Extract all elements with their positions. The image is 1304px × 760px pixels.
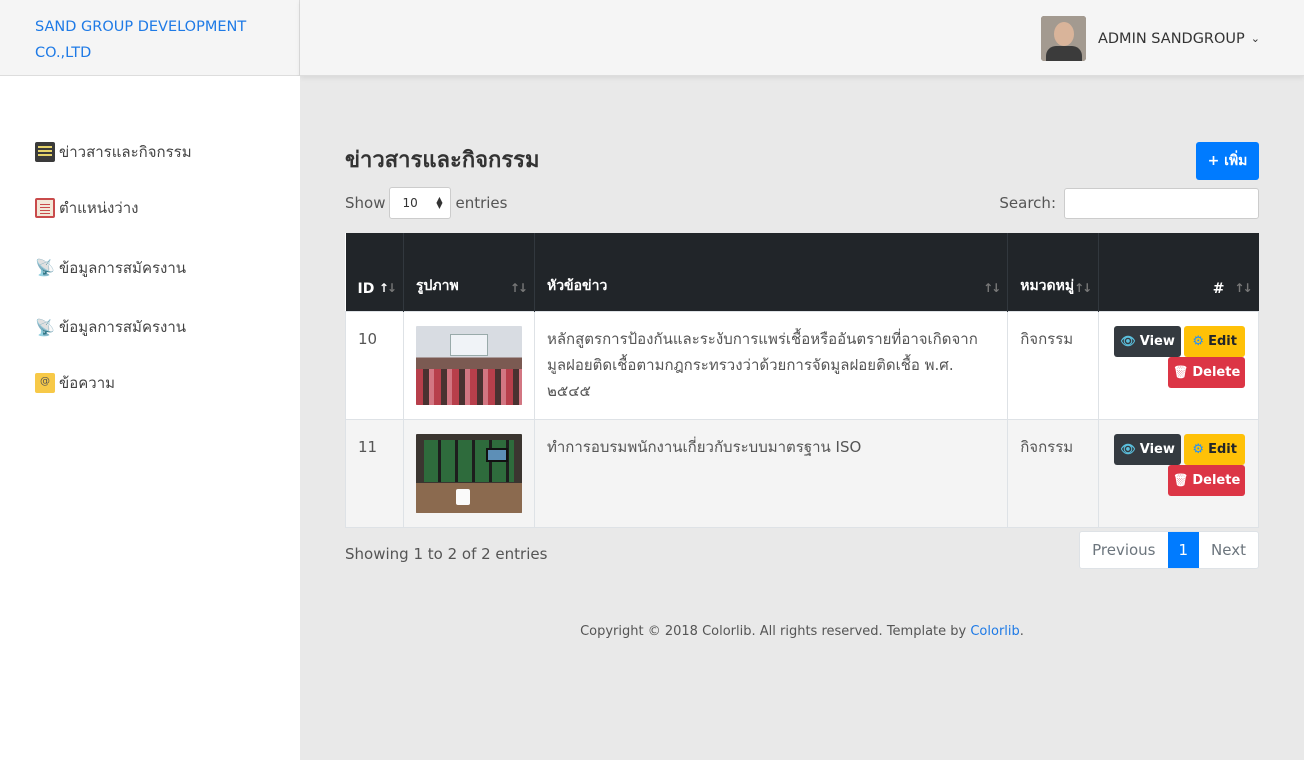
sort-icon: ↑↓ [983,280,1001,295]
eye-icon: 👁 [1120,334,1136,348]
brand-logo[interactable]: SAND GROUP DEVELOPMENT CO.,LTD [0,0,300,76]
clipboard-icon [35,198,55,218]
email-icon [35,373,55,393]
column-image[interactable]: รูปภาพ ↑↓ [402,233,535,311]
search-input[interactable] [1064,187,1259,219]
table-info: Showing 1 to 2 of 2 entries [345,545,548,563]
cell-category: กิจกรรม [1007,310,1100,420]
brand-line-2: CO.,LTD [35,45,92,61]
cell-image [402,418,535,528]
sidebar-item-applications-2[interactable]: 📡 ข้อมูลการสมัครงาน [0,299,300,355]
eye-icon: 👁 [1120,442,1136,456]
sidebar-item-messages[interactable]: ข้อความ [0,355,300,411]
entries-label: entries [455,194,508,212]
page-length-select[interactable]: 10 ▲ ▼ [389,187,452,219]
footer-tail: . [1019,624,1024,639]
satellite-icon: 📡 [35,258,55,277]
footer-link[interactable]: Colorlib [970,624,1019,639]
column-title[interactable]: หัวข้อข่าว ↑↓ [533,233,1008,311]
gear-icon: ⚙ [1192,441,1205,457]
trash-icon: 🗑 [1173,473,1189,487]
news-thumbnail[interactable] [415,325,522,405]
column-category[interactable]: หมวดหมู่ ↑↓ [1007,233,1099,311]
table-row: 10 หลักสูตรการป้องกันและระงับการแพร่เชื้… [345,310,1259,420]
view-button[interactable]: 👁 View [1114,325,1182,357]
search: Search: [999,187,1259,219]
gear-icon: ⚙ [1192,333,1205,349]
pagination: Previous 1 Next [1079,531,1259,569]
brand-line-1: SAND GROUP DEVELOPMENT [35,19,247,35]
user-menu[interactable]: ADMIN SANDGROUP ⌄ [1040,16,1260,61]
sidebar: ข่าวสารและกิจกรรม ตำแหน่งว่าง 📡 ข้อมูลกา… [0,76,300,760]
table-row: 11 ทำการอบรมพนักงานเกี่ยวกับระบบมาตรฐาน … [345,418,1259,528]
select-arrows-icon: ▲ ▼ [436,195,443,210]
news-thumbnail[interactable] [415,433,522,513]
sort-icon: ↑↓ [1234,280,1252,295]
edit-button[interactable]: ⚙ Edit [1184,325,1246,357]
cell-id: 10 [345,310,404,420]
sort-icon: ↑↓ [509,280,528,295]
footer-text: Copyright © 2018 Colorlib. All rights re… [580,624,971,639]
cell-title: หลักสูตรการป้องกันและระงับการแพร่เชื้อหร… [533,310,1009,420]
sidebar-item-label: ข่าวสารและกิจกรรม [59,143,192,161]
newspaper-icon [35,142,55,162]
user-avatar [1040,16,1086,61]
page-length: Show 10 ▲ ▼ entries [345,187,507,219]
cell-actions: 👁 View ⚙ Edit 🗑 Delete [1098,418,1259,528]
cell-category: กิจกรรม [1007,418,1100,528]
page-title: ข่าวสารและกิจกรรม [345,148,540,173]
pagination-next[interactable]: Next [1199,532,1258,568]
sort-icon: ↑↓ [1074,280,1092,295]
show-label: Show [345,194,386,212]
user-name: ADMIN SANDGROUP [1097,30,1245,47]
pagination-previous[interactable]: Previous [1080,532,1167,568]
cell-title: ทำการอบรมพนักงานเกี่ยวกับระบบมาตรฐาน ISO [533,418,1009,528]
cell-actions: 👁 View ⚙ Edit 🗑 Delete [1098,310,1259,420]
view-button[interactable]: 👁 View [1114,433,1182,465]
sidebar-item-label: ข้อมูลการสมัครงาน [59,318,187,336]
cell-id: 11 [345,418,404,528]
delete-button[interactable]: 🗑 Delete [1168,356,1246,388]
column-actions[interactable]: # ↑↓ [1098,233,1259,311]
column-id[interactable]: ID ↑↓ [345,233,404,311]
edit-button[interactable]: ⚙ Edit [1184,433,1246,465]
sidebar-item-label: ข้อความ [59,374,116,392]
trash-icon: 🗑 [1173,365,1189,379]
pagination-page-1[interactable]: 1 [1167,532,1200,568]
delete-button[interactable]: 🗑 Delete [1168,464,1246,496]
chevron-down-icon: ⌄ [1250,32,1260,45]
sidebar-item-applications[interactable]: 📡 ข้อมูลการสมัครงาน [0,236,300,299]
search-label: Search: [999,194,1056,212]
sidebar-item-label: ข้อมูลการสมัครงาน [59,258,187,277]
footer: Copyright © 2018 Colorlib. All rights re… [300,624,1304,639]
page-length-value: 10 [402,196,418,210]
sidebar-item-label: ตำแหน่งว่าง [59,199,139,217]
sort-asc-icon: ↑↓ [378,280,397,295]
satellite-icon: 📡 [35,317,55,337]
top-bar: ADMIN SANDGROUP ⌄ [300,0,1304,76]
cell-image [402,310,535,420]
sidebar-item-news[interactable]: ข่าวสารและกิจกรรม [0,124,300,180]
table-controls: Show 10 ▲ ▼ entries Search: [345,187,1259,219]
add-button[interactable]: + เพิ่ม [1196,142,1259,180]
news-table: ID ↑↓ รูปภาพ ↑↓ หัวข้อข่าว ↑↓ หมวดหมู่ ↑↓ # ↑… [345,233,1259,528]
sidebar-item-vacancies[interactable]: ตำแหน่งว่าง [0,180,300,236]
